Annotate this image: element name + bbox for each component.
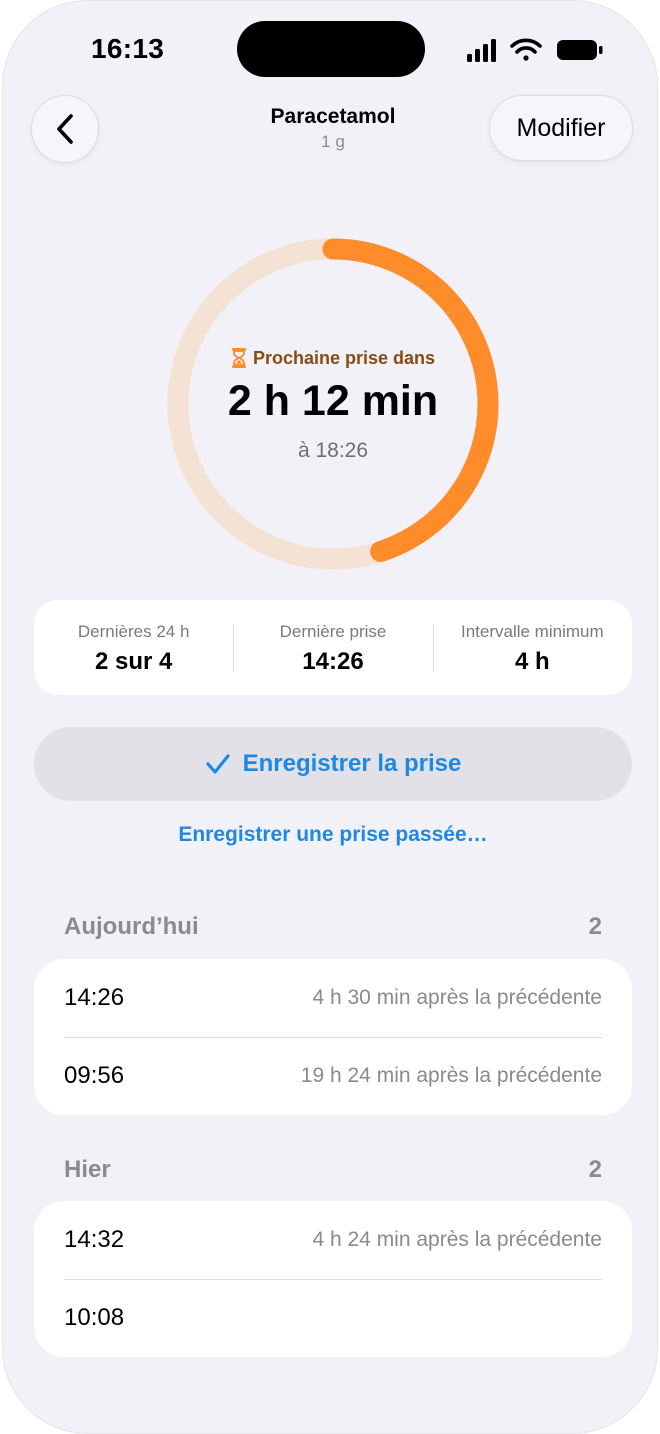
section-title: Aujourd’hui	[64, 913, 199, 940]
dose-time: 14:32	[64, 1226, 125, 1253]
phone-screen: 16:13 Paracetamol 1 g Modifier Prochaine…	[2, 0, 658, 1434]
log-past-dose-link[interactable]: Enregistrer une prise passée…	[3, 823, 657, 847]
section-count: 2	[588, 1156, 602, 1183]
dose-interval-note: 19 h 24 min après la précédente	[300, 1064, 602, 1087]
section-title: Hier	[64, 1156, 111, 1183]
next-dose-label-text: Prochaine prise dans	[252, 347, 436, 368]
wifi-icon	[510, 38, 542, 61]
stat-last-dose: Dernière prise 14:26	[233, 600, 432, 695]
edit-button[interactable]: Modifier	[489, 95, 633, 161]
log-dose-label: Enregistrer la prise	[242, 750, 462, 777]
dose-time: 14:26	[64, 984, 125, 1011]
stat-value: 14:26	[302, 648, 364, 675]
list-item[interactable]: 14:26 4 h 30 min après la précédente	[34, 959, 632, 1037]
dose-interval-note: 4 h 30 min après la précédente	[312, 986, 602, 1009]
section-count: 2	[588, 913, 602, 940]
status-icons	[467, 38, 603, 62]
checkmark-icon	[206, 754, 230, 774]
dynamic-island	[237, 21, 425, 77]
stat-min-interval: Intervalle minimum 4 h	[432, 600, 632, 695]
stats-card: Dernières 24 h 2 sur 4 Dernière prise 14…	[34, 600, 632, 695]
list-item[interactable]: 10:08	[34, 1279, 632, 1357]
next-dose-label: Prochaine prise dans	[167, 347, 499, 369]
stat-last-24h: Dernières 24 h 2 sur 4	[34, 600, 233, 695]
dose-time: 10:08	[64, 1304, 125, 1331]
stat-value: 4 h	[514, 648, 550, 675]
dose-time: 09:56	[64, 1062, 125, 1089]
stat-label: Dernières 24 h	[77, 622, 190, 641]
log-dose-button[interactable]: Enregistrer la prise	[34, 727, 632, 801]
battery-icon	[557, 40, 603, 60]
dose-list-yesterday: 14:32 4 h 24 min après la précédente 10:…	[34, 1201, 632, 1357]
section-header-today: Aujourd’hui 2	[64, 913, 602, 941]
stat-label: Intervalle minimum	[460, 622, 604, 641]
list-item[interactable]: 14:32 4 h 24 min après la précédente	[34, 1201, 632, 1279]
stat-label: Dernière prise	[279, 622, 387, 641]
next-dose-time: à 18:26	[297, 439, 369, 462]
hourglass-icon	[231, 348, 246, 368]
list-item[interactable]: 09:56 19 h 24 min après la précédente	[34, 1037, 632, 1115]
status-time: 16:13	[91, 33, 165, 64]
section-header-yesterday: Hier 2	[64, 1156, 602, 1184]
dose-list-today: 14:26 4 h 30 min après la précédente 09:…	[34, 959, 632, 1115]
cellular-signal-icon	[467, 39, 496, 62]
stat-value: 2 sur 4	[94, 648, 173, 675]
countdown-value: 2 h 12 min	[227, 377, 439, 425]
dose-interval-note: 4 h 24 min après la précédente	[312, 1228, 602, 1251]
